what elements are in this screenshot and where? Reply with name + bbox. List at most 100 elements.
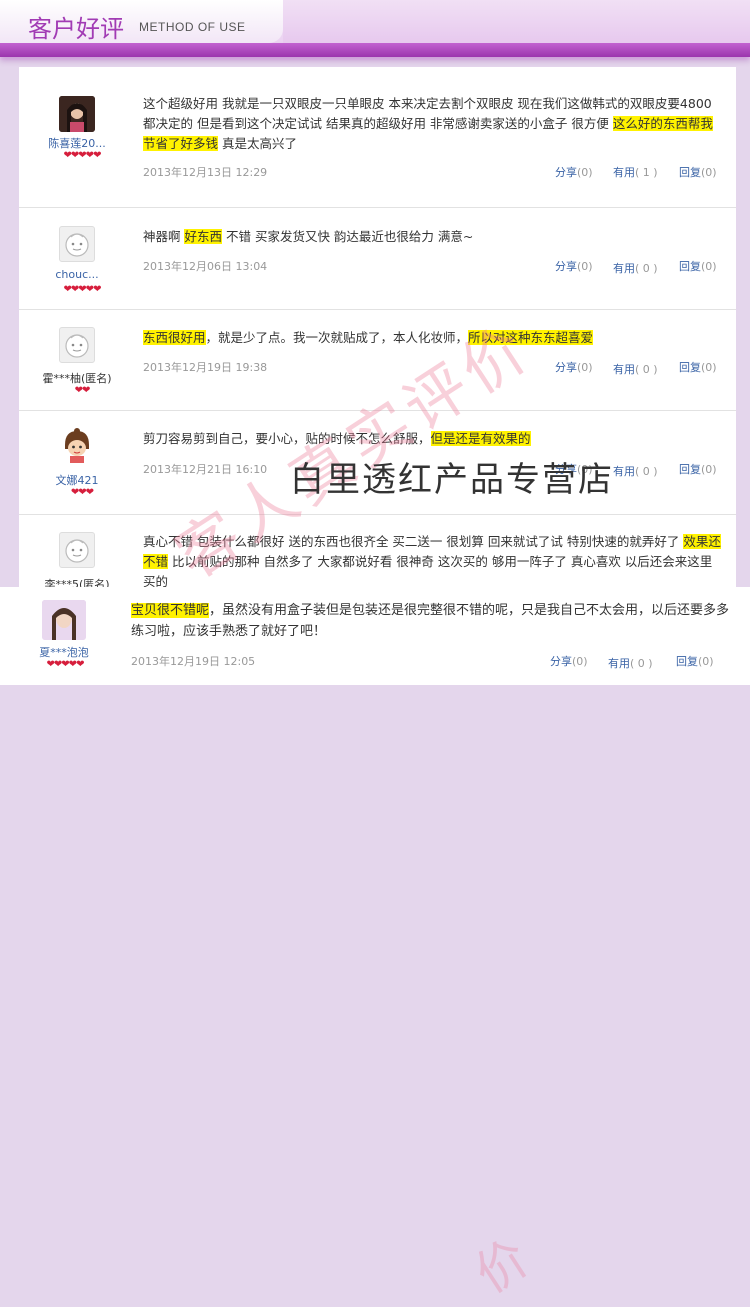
- default-avatar-icon: [65, 233, 89, 257]
- share-label: 分享: [550, 655, 572, 668]
- share-button[interactable]: 分享(0): [550, 653, 588, 669]
- review-date: 2013年12月21日 16:10: [143, 463, 268, 476]
- useful-button[interactable]: 有用( 1 ): [613, 164, 658, 180]
- share-button[interactable]: 分享(0): [555, 359, 593, 375]
- review-text: 这个超级好用 我就是一只双眼皮一只单眼皮 本来决定去割个双眼皮 现在我们这做韩式…: [143, 94, 723, 154]
- reply-label: 回复: [679, 260, 701, 273]
- page-header: 客户好评 METHOD OF USE: [0, 0, 750, 60]
- useful-count: ( 1 ): [635, 166, 658, 179]
- review-highlight: 东西很好用: [143, 330, 206, 345]
- username[interactable]: 陈喜莲20...: [29, 135, 125, 151]
- rating-hearts: ❤❤: [74, 385, 91, 396]
- review-highlight: 所以对这种东东超喜爱: [468, 330, 594, 345]
- user-photo-icon: [59, 96, 95, 132]
- useful-count: ( 0 ): [635, 262, 658, 275]
- username[interactable]: 霍***柚(匿名): [29, 370, 125, 386]
- review-text-part: ，就是少了点。我一次就贴成了，本人化妆师，: [205, 330, 469, 345]
- reply-button[interactable]: 回复(0): [679, 461, 717, 477]
- reply-count: (0): [701, 361, 717, 374]
- useful-count: ( 0 ): [635, 363, 658, 376]
- useful-button[interactable]: 有用( 0 ): [613, 463, 658, 479]
- review-text: 真心不错 包装什么都很好 送的东西也很齐全 买二送一 很划算 回来就试了试 特别…: [143, 532, 723, 587]
- avatar[interactable]: [59, 427, 95, 463]
- reply-button[interactable]: 回复(0): [679, 359, 717, 375]
- reply-count: (0): [698, 655, 714, 668]
- useful-count: ( 0 ): [635, 465, 658, 478]
- review-item: 陈喜莲20... ❤❤❤❤❤ 这个超级好用 我就是一只双眼皮一只单眼皮 本来决定…: [19, 67, 736, 208]
- useful-count: ( 0 ): [630, 657, 653, 670]
- useful-button[interactable]: 有用( 0 ): [613, 361, 658, 377]
- review-text-part: 不错 买家发货又快 韵达最近也很给力 满意~: [222, 229, 474, 244]
- review-item: 李***5(匿名) 真心不错 包装什么都很好 送的东西也很齐全 买二送一 很划算…: [19, 514, 736, 587]
- avatar[interactable]: [59, 226, 95, 262]
- reply-count: (0): [701, 260, 717, 273]
- avatar[interactable]: [59, 96, 95, 132]
- review-text-part: 真心不错 包装什么都很好 送的东西也很齐全 买二送一 很划算 回来就试了试 特别…: [143, 534, 684, 549]
- review-text: 剪刀容易剪到自己，要小心，贴的时候不怎么舒服，但是还是有效果的: [143, 429, 723, 449]
- share-label: 分享: [555, 361, 577, 374]
- share-label: 分享: [555, 166, 577, 179]
- review-highlight: 但是还是有效果的: [430, 431, 531, 446]
- review-date: 2013年12月19日 19:38: [143, 361, 268, 374]
- username[interactable]: 文娜421: [29, 472, 125, 488]
- review-text: 宝贝很不错呢，虽然没有用盒子装但是包装还是很完整很不错的呢，只是我自己不太会用，…: [131, 600, 731, 642]
- rating-hearts: ❤❤❤❤❤: [63, 150, 102, 161]
- page-subtitle: METHOD OF USE: [139, 20, 246, 34]
- review-item-featured: 夏***泡泡 ❤❤❤❤❤ 宝贝很不错呢，虽然没有用盒子装但是包装还是很完整很不错…: [0, 587, 750, 1304]
- cartoon-girl-icon: [65, 428, 89, 463]
- review-text: 东西很好用，就是少了点。我一次就贴成了，本人化妆师，所以对这种东东超喜爱: [143, 328, 723, 348]
- default-avatar-icon: [65, 539, 89, 563]
- share-count: (0): [577, 260, 593, 273]
- reply-label: 回复: [676, 655, 698, 668]
- share-count: (0): [577, 361, 593, 374]
- page-title: 客户好评: [28, 15, 124, 43]
- review-list: 陈喜莲20... ❤❤❤❤❤ 这个超级好用 我就是一只双眼皮一只单眼皮 本来决定…: [19, 67, 736, 587]
- review-item: chouc... ❤❤❤❤❤ 神器啊 好东西 不错 买家发货又快 韵达最近也很给…: [19, 207, 736, 310]
- share-button[interactable]: 分享(0): [555, 164, 593, 180]
- review-highlight: 宝贝很不错呢: [131, 603, 210, 618]
- useful-label: 有用: [608, 657, 630, 670]
- reply-button[interactable]: 回复(0): [679, 258, 717, 274]
- review-text-part: 剪刀容易剪到自己，要小心，贴的时候不怎么舒服，: [143, 431, 431, 446]
- rating-hearts: ❤❤❤: [70, 487, 94, 498]
- reply-label: 回复: [679, 166, 701, 179]
- useful-label: 有用: [613, 465, 635, 478]
- shop-watermark: 白里透红产品专营店: [290, 460, 614, 500]
- watermark-partial: 价: [465, 1228, 539, 1305]
- review-text-part: ，虽然没有用盒子装但是包装还是很完整很不错的呢，只是我自己不太会用，以后还要多多…: [131, 603, 730, 639]
- reply-count: (0): [701, 463, 717, 476]
- useful-label: 有用: [613, 166, 635, 179]
- avatar[interactable]: [59, 327, 95, 363]
- review-date: 2013年12月13日 12:29: [143, 166, 268, 179]
- username[interactable]: 李***5(匿名): [29, 576, 125, 587]
- review-date: 2013年12月06日 13:04: [143, 260, 268, 273]
- rating-hearts: ❤❤❤❤❤: [46, 659, 85, 670]
- reply-count: (0): [701, 166, 717, 179]
- share-count: (0): [572, 655, 588, 668]
- username[interactable]: 夏***泡泡: [16, 644, 112, 660]
- share-label: 分享: [555, 260, 577, 273]
- review-text-part: 比以前贴的那种 自然多了 大家都说好看 很神奇 这次买的 够用一阵子了 真心喜欢…: [143, 554, 713, 587]
- header-bar: [0, 0, 750, 57]
- avatar[interactable]: [42, 600, 86, 640]
- share-button[interactable]: 分享(0): [555, 258, 593, 274]
- default-avatar-icon: [65, 334, 89, 358]
- reply-label: 回复: [679, 463, 701, 476]
- share-count: (0): [577, 166, 593, 179]
- useful-label: 有用: [613, 363, 635, 376]
- review-text-part: 真是太高兴了: [218, 136, 297, 151]
- review-text-part: 神器啊: [143, 229, 185, 244]
- reply-button[interactable]: 回复(0): [679, 164, 717, 180]
- useful-label: 有用: [613, 262, 635, 275]
- review-date: 2013年12月19日 12:05: [131, 655, 256, 668]
- useful-button[interactable]: 有用( 0 ): [613, 260, 658, 276]
- user-photo-icon: [42, 600, 86, 640]
- review-item: 霍***柚(匿名) ❤❤ 东西很好用，就是少了点。我一次就贴成了，本人化妆师，所…: [19, 309, 736, 411]
- rating-hearts: ❤❤❤❤❤: [63, 284, 102, 295]
- username[interactable]: chouc...: [29, 268, 125, 281]
- avatar[interactable]: [59, 532, 95, 568]
- review-text: 神器啊 好东西 不错 买家发货又快 韵达最近也很给力 满意~: [143, 227, 723, 247]
- reply-button[interactable]: 回复(0): [676, 653, 714, 669]
- useful-button[interactable]: 有用( 0 ): [608, 655, 653, 671]
- reply-label: 回复: [679, 361, 701, 374]
